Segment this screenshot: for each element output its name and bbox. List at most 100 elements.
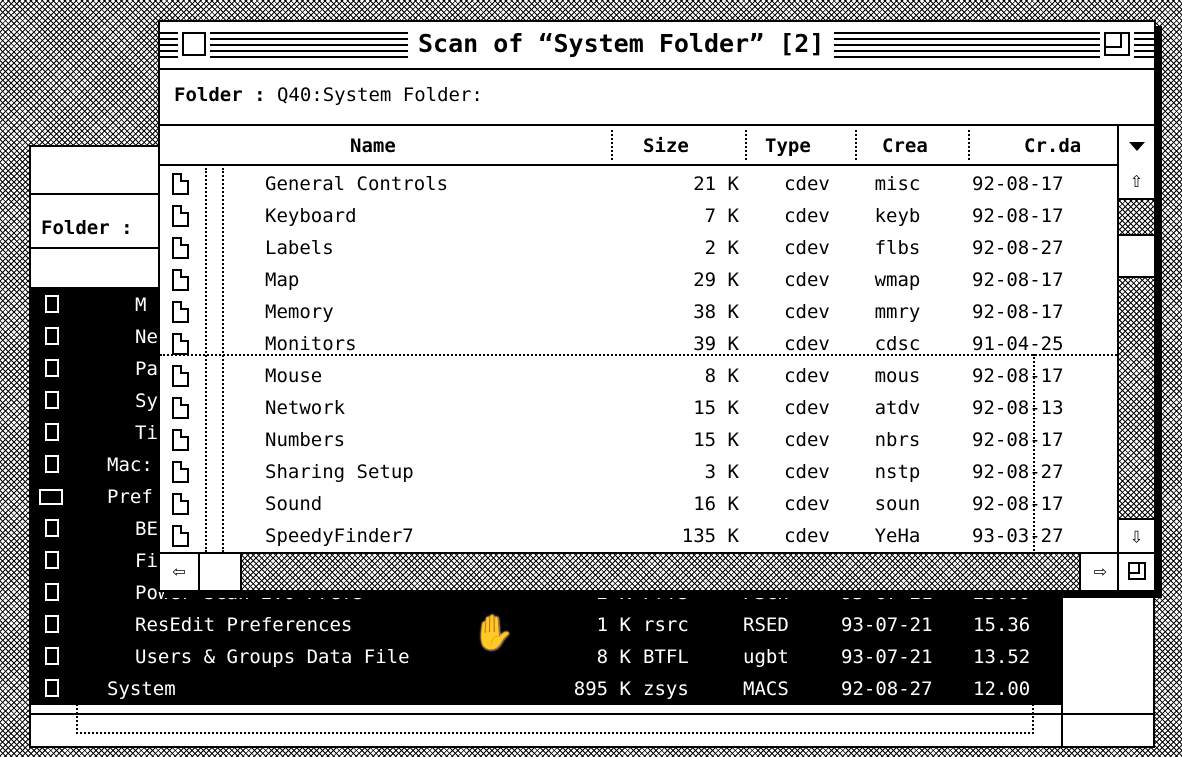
folder-label: Folder : <box>174 84 266 106</box>
scroll-down-button[interactable]: ⇩ <box>1119 518 1154 554</box>
cell-size: 135 K <box>681 525 739 547</box>
cell-type: cdev <box>784 173 830 195</box>
title-bar[interactable]: Scan of “System Folder” [2] <box>160 22 1154 70</box>
close-box[interactable] <box>178 28 210 60</box>
cell-name: General Controls <box>265 173 449 195</box>
scroll-left-button[interactable]: ⇦ <box>160 554 200 590</box>
cell-size: 15 K <box>693 397 739 419</box>
hscroll-track[interactable] <box>242 554 1079 590</box>
header-sep <box>611 130 613 160</box>
hand-cursor-icon: ✋ <box>472 613 515 653</box>
back-cell-name: M <box>135 294 147 316</box>
document-icon <box>172 269 189 291</box>
cell-size: 8 K <box>704 365 739 387</box>
file-row[interactable]: Mouse 8 K cdev mous 92-08-17 <box>160 360 1117 392</box>
back-folder-label: Folder : <box>41 217 133 239</box>
cell-size: 2 K <box>704 237 739 259</box>
cell-date: 92-08-17 <box>972 429 1064 451</box>
cell-size: 3 K <box>704 461 739 483</box>
column-header[interactable]: Name Size Type Crea Cr.da <box>160 126 1117 164</box>
grow-box[interactable] <box>1117 552 1156 592</box>
cell-crea: soun <box>874 493 921 515</box>
cell-size: 7 K <box>704 205 739 227</box>
file-row[interactable]: Sharing Setup 3 K cdev nstp 92-08-27 <box>160 456 1117 488</box>
cell-type: cdev <box>784 365 830 387</box>
cell-crea: mous <box>874 365 921 387</box>
cell-name: Sharing Setup <box>265 461 414 483</box>
file-row[interactable]: Keyboard 7 K cdev keyb 92-08-17 <box>160 200 1117 232</box>
file-row[interactable]: General Controls 21 K cdev misc 92-08-17 <box>160 168 1117 200</box>
header-sep <box>968 130 970 160</box>
document-icon <box>45 295 59 313</box>
file-list[interactable]: General Controls 21 K cdev misc 92-08-17 Keyb… <box>160 168 1117 552</box>
folder-path: Q40:System Folder: <box>276 84 483 106</box>
document-icon <box>45 391 59 409</box>
scroll-right-button[interactable]: ⇨ <box>1079 554 1119 590</box>
cell-type: cdev <box>784 269 830 291</box>
file-row[interactable]: Labels 2 K cdev flbs 92-08-27 <box>160 232 1117 264</box>
column-type[interactable]: Type <box>765 126 811 166</box>
document-icon <box>172 173 189 195</box>
scroll-up-button[interactable]: ⇧ <box>1119 164 1154 200</box>
document-icon <box>45 519 59 537</box>
drag-outline-edge <box>1033 354 1035 552</box>
horizontal-scrollbar[interactable]: ⇦ ⇨ <box>160 552 1119 592</box>
file-row[interactable]: Memory 38 K cdev mmry 92-08-17 <box>160 296 1117 328</box>
cell-name: Labels <box>265 237 334 259</box>
column-name[interactable]: Name <box>350 126 396 166</box>
cell-size: 21 K <box>693 173 739 195</box>
vertical-scrollbar[interactable]: ⇧ ⇩ <box>1117 164 1156 554</box>
document-icon <box>172 525 189 547</box>
document-icon <box>45 455 59 473</box>
cell-date: 92-08-17 <box>972 493 1064 515</box>
cell-date: 92-08-17 <box>972 173 1064 195</box>
document-icon <box>45 327 59 345</box>
cell-crea: wmap <box>874 269 921 291</box>
header-divider <box>160 164 1154 166</box>
document-icon <box>172 205 189 227</box>
cell-name: Sound <box>265 493 323 515</box>
file-row[interactable]: Sound 16 K cdev soun 92-08-17 <box>160 488 1117 520</box>
column-crea[interactable]: Crea <box>882 126 928 166</box>
file-row[interactable]: SpeedyFinder7 135 K cdev YeHa 93-03-27 <box>160 520 1117 552</box>
column-popup-button[interactable] <box>1117 126 1156 164</box>
cell-crea: nbrs <box>874 429 921 451</box>
file-row[interactable]: Map 29 K cdev wmap 92-08-17 <box>160 264 1117 296</box>
document-icon <box>45 679 59 697</box>
cell-size: 16 K <box>693 493 739 515</box>
column-size[interactable]: Size <box>643 126 689 166</box>
cell-date: 92-08-17 <box>972 205 1064 227</box>
document-icon <box>172 365 189 387</box>
cell-type: cdev <box>784 205 830 227</box>
cell-date: 92-08-27 <box>972 237 1064 259</box>
cell-size: 38 K <box>693 301 739 323</box>
cell-size: 15 K <box>693 429 739 451</box>
document-icon <box>172 237 189 259</box>
cell-type: cdev <box>784 429 830 451</box>
cell-date: 93-03-27 <box>972 525 1064 547</box>
cell-date: 92-08-17 <box>972 269 1064 291</box>
document-icon <box>45 615 59 633</box>
document-icon <box>172 493 189 515</box>
cell-type: cdev <box>784 525 830 547</box>
document-icon <box>172 333 189 355</box>
cell-name: Keyboard <box>265 205 357 227</box>
cell-crea: misc <box>874 173 921 195</box>
cell-date: 92-08-17 <box>972 301 1064 323</box>
folder-icon <box>39 489 63 505</box>
scroll-thumb[interactable] <box>1119 234 1154 278</box>
back-size-box[interactable] <box>1061 713 1099 746</box>
column-date[interactable]: Cr.da <box>1024 126 1081 166</box>
zoom-box[interactable] <box>1100 28 1134 60</box>
front-window[interactable]: Scan of “System Folder” [2] Folder : Q40… <box>158 20 1156 592</box>
cell-date: 92-08-27 <box>972 461 1064 483</box>
header-sep <box>855 130 857 160</box>
hscroll-thumb[interactable] <box>200 554 242 590</box>
file-row[interactable]: Numbers 15 K cdev nbrs 92-08-17 <box>160 424 1117 456</box>
file-row[interactable]: Network 15 K cdev atdv 92-08-13 <box>160 392 1117 424</box>
cell-type: cdev <box>784 301 830 323</box>
document-icon <box>45 423 59 441</box>
document-icon <box>45 647 59 665</box>
document-icon <box>172 397 189 419</box>
cell-name: Map <box>265 269 300 291</box>
